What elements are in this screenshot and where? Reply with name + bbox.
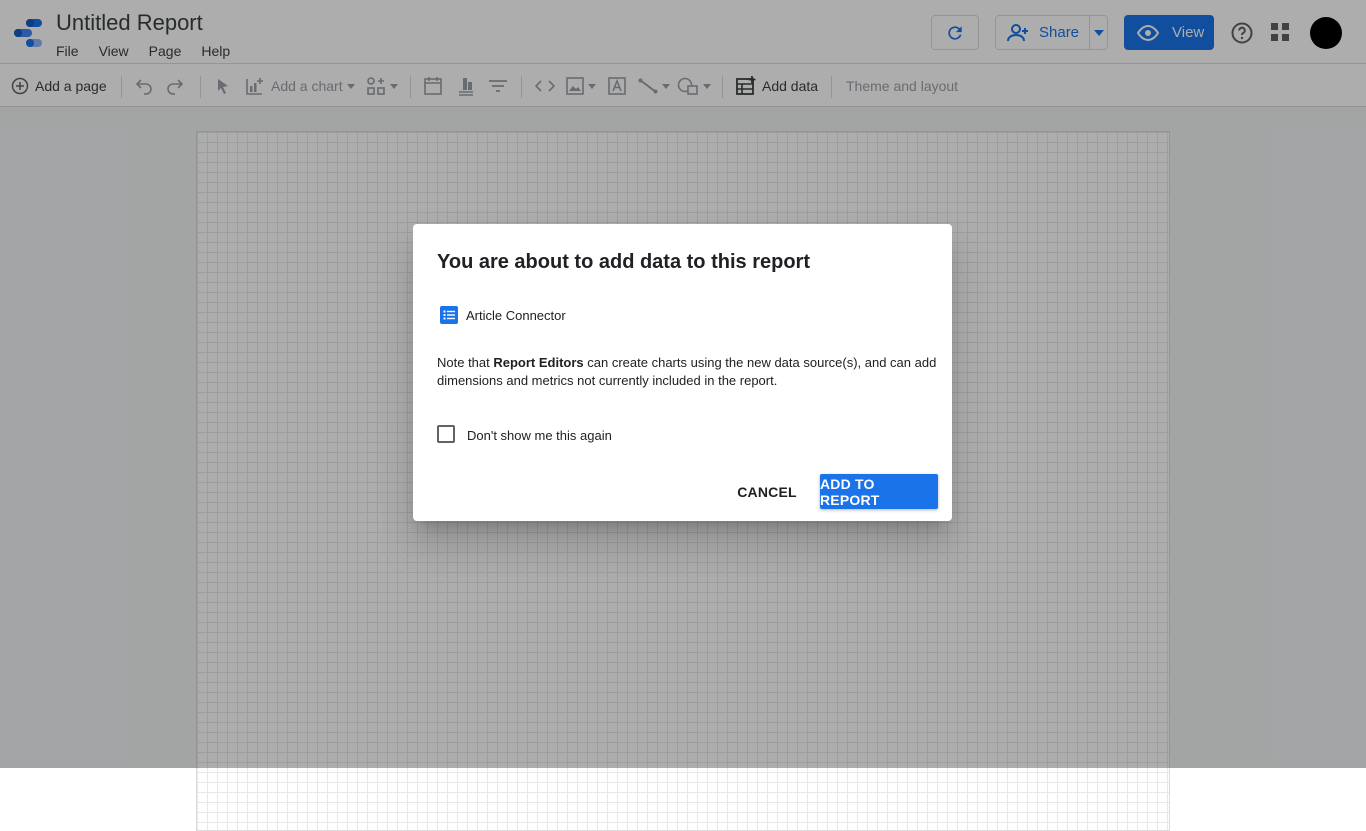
connector-list-icon: [440, 306, 458, 324]
dont-show-again-label[interactable]: Don't show me this again: [467, 428, 612, 443]
add-to-report-button[interactable]: ADD TO REPORT: [820, 474, 938, 509]
dialog-title: You are about to add data to this report: [437, 251, 810, 273]
dont-show-again-checkbox[interactable]: [437, 425, 455, 443]
note-report-editors: Report Editors: [493, 355, 584, 370]
add-data-confirmation-dialog: You are about to add data to this report…: [413, 224, 952, 521]
note-prefix: Note that: [437, 355, 494, 370]
cancel-button[interactable]: CANCEL: [729, 474, 805, 510]
dialog-note: Note that Report Editors can create char…: [437, 354, 937, 390]
connector-name: Article Connector: [466, 308, 566, 323]
